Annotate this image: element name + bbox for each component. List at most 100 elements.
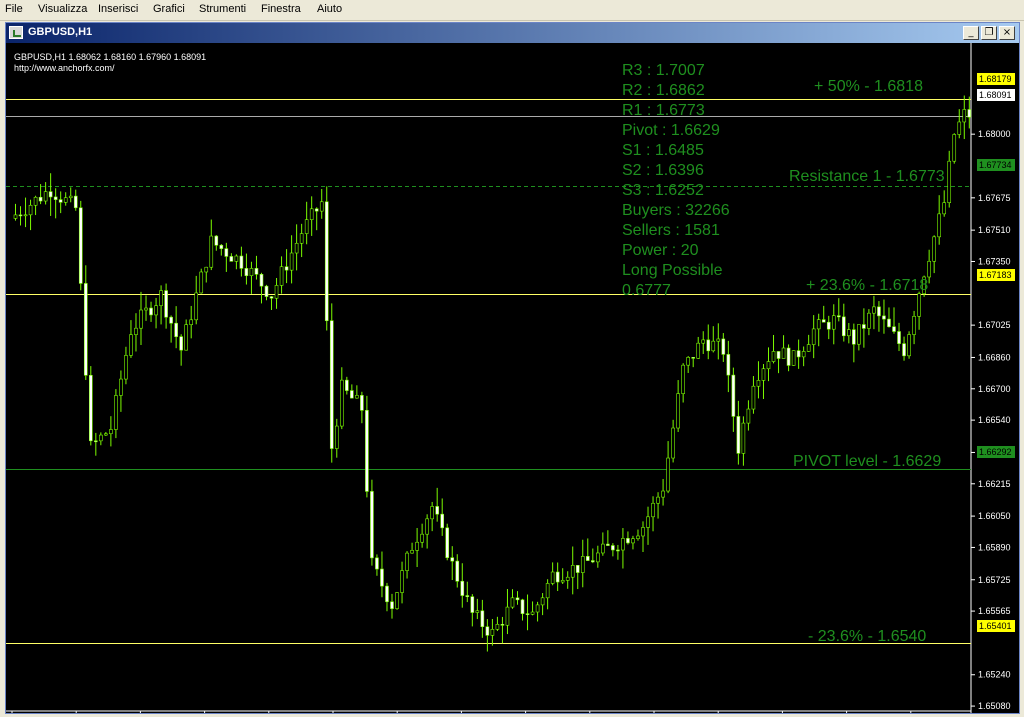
candle-body: [831, 315, 836, 330]
candle-body: [656, 496, 660, 504]
candle-body: [219, 244, 224, 249]
candle-body: [380, 568, 384, 587]
candle-body: [711, 340, 716, 352]
candle-body: [94, 440, 98, 443]
candle-body: [440, 513, 445, 529]
candle-body: [390, 601, 394, 609]
candle-body: [766, 361, 771, 370]
candle-body: [63, 197, 68, 203]
candle-body: [445, 527, 450, 558]
symbol-ohlc-info: GBPUSD,H1 1.68062 1.68160 1.67960 1.6809…: [14, 52, 207, 62]
price-axis-label: 1.68000: [978, 129, 1011, 139]
candle-body: [339, 379, 344, 427]
candle-body: [545, 583, 550, 599]
price-axis-label: 1.65240: [978, 670, 1011, 680]
candle-body: [761, 368, 766, 381]
candle-body: [952, 134, 957, 162]
candle-body: [254, 268, 259, 275]
candle-body: [706, 339, 711, 352]
candle-body: [149, 307, 153, 316]
candle-body: [490, 629, 495, 636]
candle-body: [892, 326, 896, 332]
fib-236-down-price-tag: 1.65401: [977, 620, 1015, 632]
menu-file[interactable]: File: [5, 3, 23, 15]
candle-body: [505, 606, 510, 626]
candle-body: [48, 191, 53, 198]
candle-body: [686, 357, 690, 366]
candle-body: [460, 580, 465, 596]
window-title: GBPUSD,H1: [28, 26, 93, 38]
candle-body: [510, 597, 515, 608]
price-axis-label: 1.67510: [978, 225, 1011, 235]
candle-body: [234, 255, 239, 262]
candle-body: [836, 315, 841, 318]
candle-body: [862, 324, 866, 329]
window-titlebar[interactable]: GBPUSD,H1 _ ❐ ×: [6, 23, 1019, 43]
candle-body: [38, 196, 43, 202]
menu-visualizza[interactable]: Visualizza: [38, 3, 87, 15]
menu-aiuto[interactable]: Aiuto: [317, 3, 342, 15]
candle-body: [932, 236, 936, 262]
restore-button[interactable]: ❐: [981, 26, 997, 40]
candle-body: [796, 350, 801, 358]
candle-body: [43, 191, 48, 202]
candle-body: [450, 557, 455, 562]
candle-body: [786, 347, 791, 366]
candle-body: [575, 565, 580, 573]
pivot-panel-line: Pivot : 1.6629: [622, 122, 720, 139]
candle-body: [284, 266, 289, 271]
candle-body: [89, 375, 93, 442]
candle-body: [716, 338, 721, 342]
candle-body: [199, 271, 204, 294]
candle-body: [947, 160, 952, 204]
minimize-button[interactable]: _: [963, 26, 979, 40]
candle-body: [420, 533, 424, 543]
candle-body: [114, 395, 118, 430]
fib-50-label: + 50% - 1.6818: [814, 78, 923, 95]
candle-body: [927, 260, 931, 278]
candle-body: [249, 268, 254, 276]
candle-body: [500, 624, 505, 626]
candle-body: [666, 457, 670, 492]
candle-body: [540, 597, 545, 606]
candle-body: [696, 342, 701, 359]
candle-body: [13, 214, 18, 219]
pivot-panel-line: Long Possible: [622, 262, 723, 279]
menu-strumenti[interactable]: Strumenti: [199, 3, 246, 15]
candle-body: [129, 334, 133, 356]
pivot-panel-line: R3 : 1.7007: [622, 62, 705, 79]
pivot-panel-line: Sellers : 1581: [622, 222, 720, 239]
candle-body: [681, 364, 685, 394]
candle-body: [385, 585, 389, 603]
candle-body: [942, 202, 947, 215]
resistance1-label: Resistance 1 - 1.6773: [789, 168, 945, 185]
price-axis-label: 1.65080: [978, 701, 1011, 711]
price-axis-label: 1.65890: [978, 542, 1011, 552]
candle-body: [867, 312, 871, 329]
candle-body: [902, 343, 906, 357]
price-axis-label: 1.65725: [978, 575, 1011, 585]
candle-body: [239, 255, 244, 269]
menu-finestra[interactable]: Finestra: [261, 3, 301, 15]
candle-body: [78, 207, 83, 284]
candle-body: [847, 329, 851, 337]
candle-body: [601, 543, 605, 554]
candle-body: [621, 538, 625, 551]
close-button[interactable]: ×: [999, 26, 1015, 40]
menu-grafici[interactable]: Grafici: [153, 3, 185, 15]
candle-body: [480, 610, 485, 628]
menu-inserisci[interactable]: Inserisci: [98, 3, 138, 15]
candle-body: [400, 570, 404, 593]
candle-body: [560, 580, 565, 583]
price-chart[interactable]: 1.68000 1.67675 1.67510 1.67350 1.67025 1.668…: [6, 43, 1019, 713]
candle-body: [229, 256, 234, 262]
price-axis-label: 1.66215: [978, 479, 1011, 489]
candlestick-chart[interactable]: 1.68000 1.67675 1.67510 1.67350 1.67025 1.668…: [6, 43, 1019, 713]
candle-body: [570, 565, 575, 578]
candle-body: [189, 319, 193, 325]
candle-body: [821, 319, 826, 323]
candle-body: [887, 318, 891, 328]
candle-body: [596, 552, 600, 563]
candle-body: [841, 316, 846, 337]
candle-body: [455, 560, 460, 582]
